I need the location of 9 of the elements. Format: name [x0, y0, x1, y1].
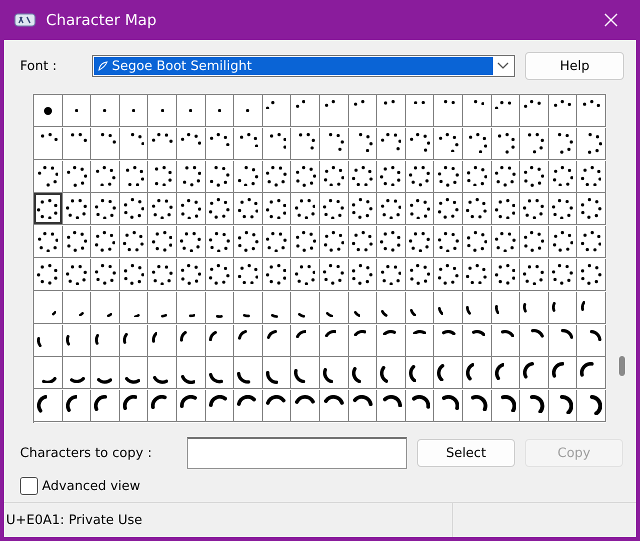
advanced-view-label: Advanced view — [42, 478, 140, 494]
font-value: Segoe Boot Semilight — [94, 57, 494, 75]
characters-to-copy-label: Characters to copy : — [20, 446, 153, 460]
status-text: U+E0A1: Private Use — [4, 503, 453, 537]
font-label: Font : — [20, 58, 58, 74]
font-dropdown[interactable]: Segoe Boot Semilight — [92, 55, 516, 77]
select-button[interactable]: Select — [417, 439, 515, 467]
help-button[interactable]: Help — [525, 52, 624, 80]
window-title: Character Map — [46, 11, 158, 29]
